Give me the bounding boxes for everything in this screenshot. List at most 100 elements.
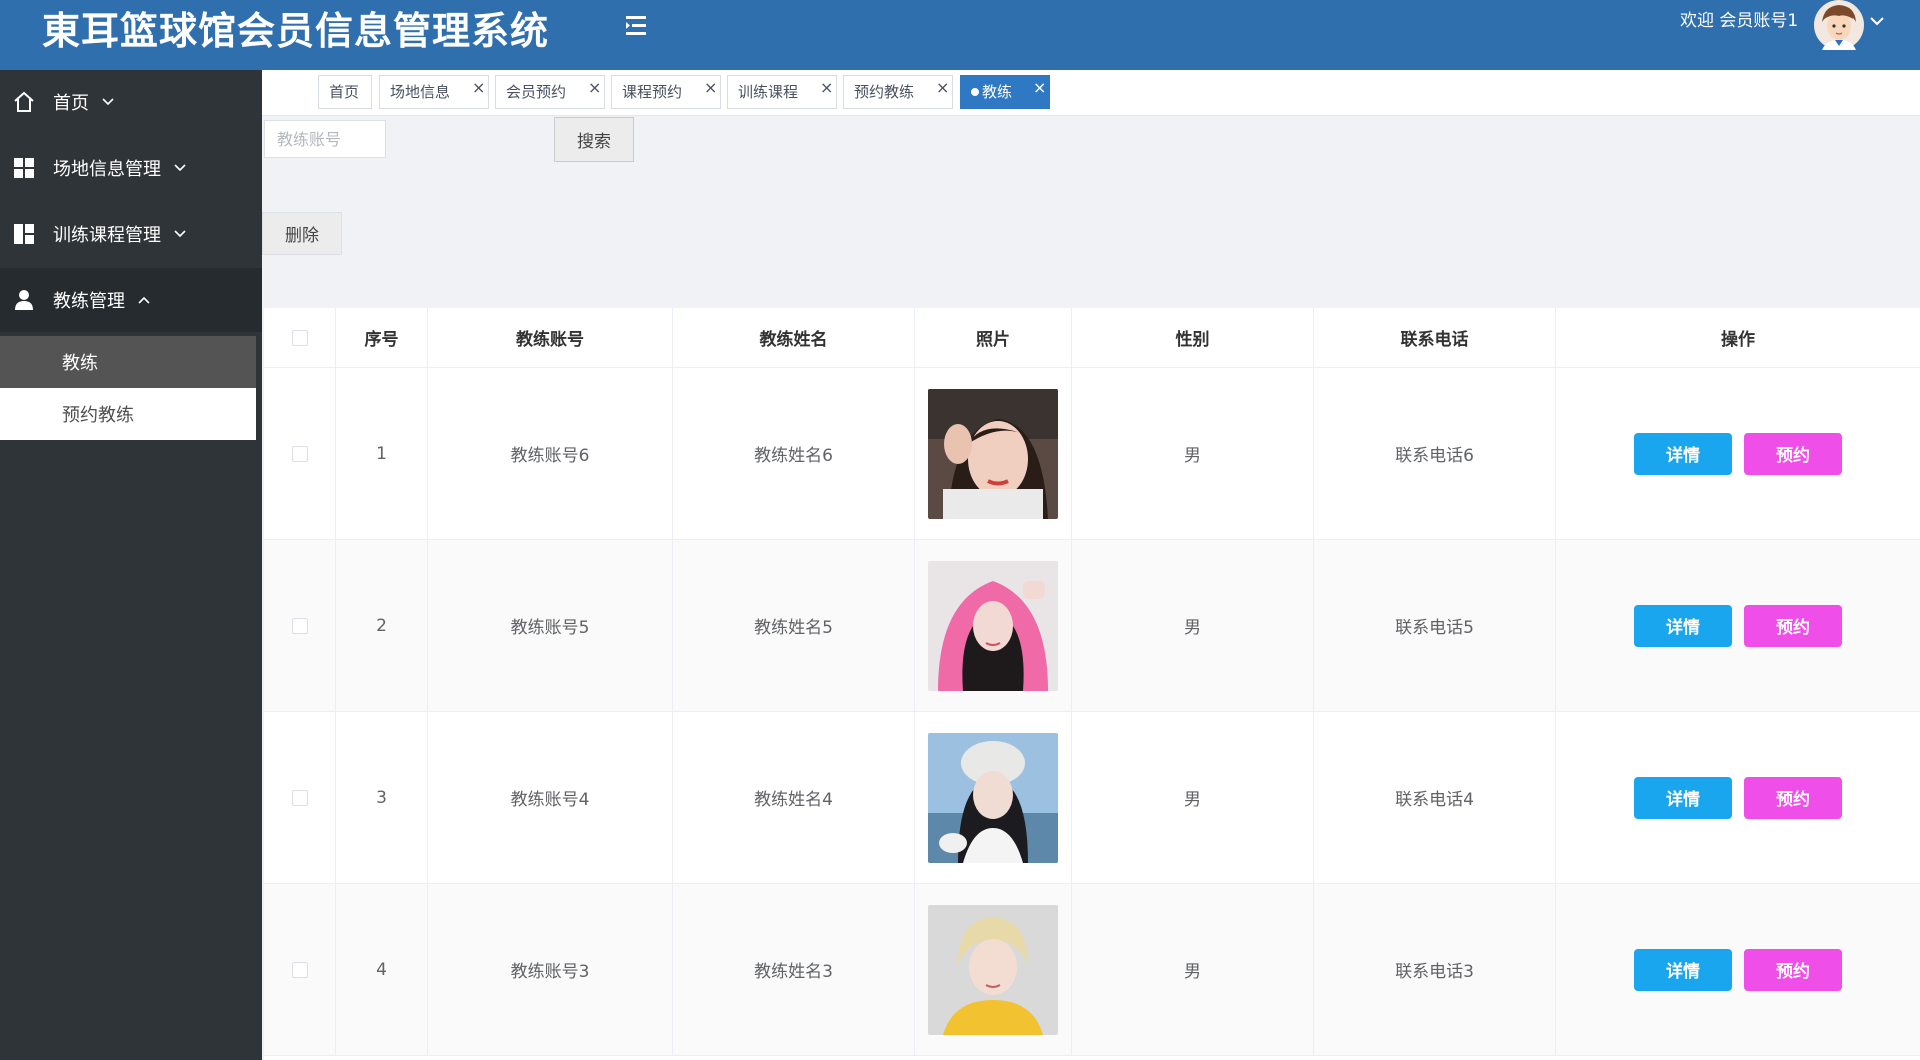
tab-course-booking[interactable]: 课程预约 ×	[611, 75, 721, 109]
tab-label: 预约教练	[854, 83, 915, 101]
coach-photo[interactable]	[928, 560, 1058, 691]
table-row: 3 教练账号4 教练姓名4 男 联系电话4 详情 预约	[264, 712, 1920, 884]
book-button[interactable]: 预约	[1744, 604, 1842, 647]
coach-gender: 男	[1072, 884, 1314, 1055]
coach-account-search-input[interactable]	[264, 120, 386, 158]
tab-label: 首页	[329, 83, 360, 101]
tab-venue-info[interactable]: 场地信息 ×	[379, 75, 489, 109]
tab-member-booking[interactable]: 会员预约 ×	[495, 75, 605, 109]
coach-name: 教练姓名5	[673, 540, 915, 711]
tabs-bar: 首页 场地信息 × 会员预约 × 课程预约 × 训练课程 × 预约教练 × 教练…	[262, 70, 1920, 116]
coach-phone: 联系电话3	[1314, 884, 1556, 1055]
sidebar-item-coach-management[interactable]: 教练管理	[0, 268, 262, 332]
book-button[interactable]: 预约	[1744, 432, 1842, 475]
coach-account: 教练账号5	[428, 540, 673, 711]
book-button[interactable]: 预约	[1744, 948, 1842, 991]
chevron-up-icon	[138, 296, 150, 304]
row-index: 4	[336, 884, 428, 1055]
table-row: 2 教练账号5 教练姓名5 男 联系电话5 详情 预约	[264, 540, 1920, 712]
close-icon[interactable]: ×	[472, 72, 485, 104]
table-header: 序号 教练账号 教练姓名 照片 性别 联系电话 操作	[264, 308, 1920, 368]
sidebar: 首页 场地信息管理 训练课程管理 教练管理 教练 预约教练	[0, 70, 262, 1060]
select-all-checkbox[interactable]	[291, 329, 308, 346]
row-checkbox[interactable]	[291, 445, 308, 462]
top-header: 東耳篮球馆会员信息管理系统 欢迎 会员账号1	[0, 0, 1920, 70]
coach-name: 教练姓名6	[673, 368, 915, 539]
close-icon[interactable]: ×	[820, 72, 833, 104]
tab-book-coach[interactable]: 预约教练 ×	[843, 75, 953, 109]
submenu-item-label: 教练	[62, 353, 98, 374]
tab-coach[interactable]: 教练 ×	[960, 75, 1050, 109]
detail-button[interactable]: 详情	[1634, 948, 1732, 991]
column-header: 操作	[1721, 330, 1755, 350]
row-index: 1	[336, 368, 428, 539]
row-index: 3	[336, 712, 428, 883]
close-icon[interactable]: ×	[936, 72, 949, 104]
coach-photo[interactable]	[928, 388, 1058, 519]
user-icon	[15, 290, 33, 310]
coach-name: 教练姓名3	[673, 884, 915, 1055]
column-header: 序号	[336, 308, 428, 367]
menu-toggle-icon[interactable]	[620, 12, 652, 40]
detail-button[interactable]: 详情	[1634, 604, 1732, 647]
coach-phone: 联系电话5	[1314, 540, 1556, 711]
detail-button[interactable]: 详情	[1634, 776, 1732, 819]
close-icon[interactable]: ×	[704, 72, 717, 104]
coach-gender: 男	[1072, 368, 1314, 539]
sidebar-item-venue[interactable]: 场地信息管理	[0, 136, 262, 200]
coach-account: 教练账号4	[428, 712, 673, 883]
coach-photo[interactable]	[928, 904, 1058, 1035]
close-icon[interactable]: ×	[588, 72, 601, 104]
chevron-down-icon	[174, 164, 186, 172]
column-header: 教练姓名	[673, 308, 915, 367]
row-checkbox[interactable]	[291, 789, 308, 806]
coach-gender: 男	[1072, 712, 1314, 883]
submenu-item-book-coach[interactable]: 预约教练	[0, 388, 256, 440]
row-checkbox[interactable]	[291, 617, 308, 634]
column-header: 性别	[1072, 308, 1314, 367]
table-row: 1 教练账号6 教练姓名6 男 联系电话6 详情 预约	[264, 368, 1920, 540]
book-button[interactable]: 预约	[1744, 776, 1842, 819]
submenu-item-coach[interactable]: 教练	[0, 336, 256, 388]
grid-icon	[14, 158, 34, 178]
detail-button[interactable]: 详情	[1634, 432, 1732, 475]
tab-label: 课程预约	[622, 83, 683, 101]
main-content: 搜索 删除 序号 教练账号 教练姓名 照片 性别 联系电话 操作 1 教练账号6…	[262, 116, 1920, 1060]
sidebar-item-home[interactable]: 首页	[0, 70, 262, 134]
chevron-down-icon	[174, 230, 186, 238]
search-button[interactable]: 搜索	[554, 117, 634, 162]
delete-button[interactable]: 删除	[262, 212, 342, 255]
sidebar-item-label: 训练课程管理	[53, 225, 161, 246]
coach-gender: 男	[1072, 540, 1314, 711]
row-checkbox[interactable]	[291, 961, 308, 978]
app-title: 東耳篮球馆会员信息管理系统	[42, 9, 550, 53]
coach-table: 序号 教练账号 教练姓名 照片 性别 联系电话 操作 1 教练账号6 教练姓名6	[264, 308, 1920, 1060]
active-dot-icon	[971, 88, 979, 96]
column-header: 照片	[915, 308, 1072, 367]
tab-training-courses[interactable]: 训练课程 ×	[727, 75, 837, 109]
sidebar-item-label: 教练管理	[53, 291, 125, 312]
close-icon[interactable]: ×	[1033, 72, 1046, 104]
coach-account: 教练账号6	[428, 368, 673, 539]
tab-label: 教练	[982, 83, 1013, 101]
submenu-coach: 教练 预约教练	[0, 336, 256, 440]
tab-home[interactable]: 首页	[318, 75, 372, 109]
avatar[interactable]	[1812, 0, 1866, 50]
tab-label: 会员预约	[506, 83, 567, 101]
sidebar-item-label: 场地信息管理	[53, 159, 161, 180]
layout-icon	[14, 224, 34, 244]
column-header: 教练账号	[428, 308, 673, 367]
home-icon	[14, 91, 34, 112]
coach-phone: 联系电话6	[1314, 368, 1556, 539]
chevron-down-icon	[102, 98, 114, 106]
table-row: 4 教练账号3 教练姓名3 男 联系电话3 详情 预约	[264, 884, 1920, 1056]
coach-name: 教练姓名4	[673, 712, 915, 883]
sidebar-item-courses[interactable]: 训练课程管理	[0, 202, 262, 266]
tab-label: 训练课程	[738, 83, 799, 101]
sidebar-item-label: 首页	[53, 93, 89, 114]
chevron-down-icon[interactable]	[1868, 14, 1886, 28]
tab-label: 场地信息	[390, 83, 451, 101]
coach-photo[interactable]	[928, 732, 1058, 863]
row-index: 2	[336, 540, 428, 711]
submenu-item-label: 预约教练	[62, 405, 134, 426]
